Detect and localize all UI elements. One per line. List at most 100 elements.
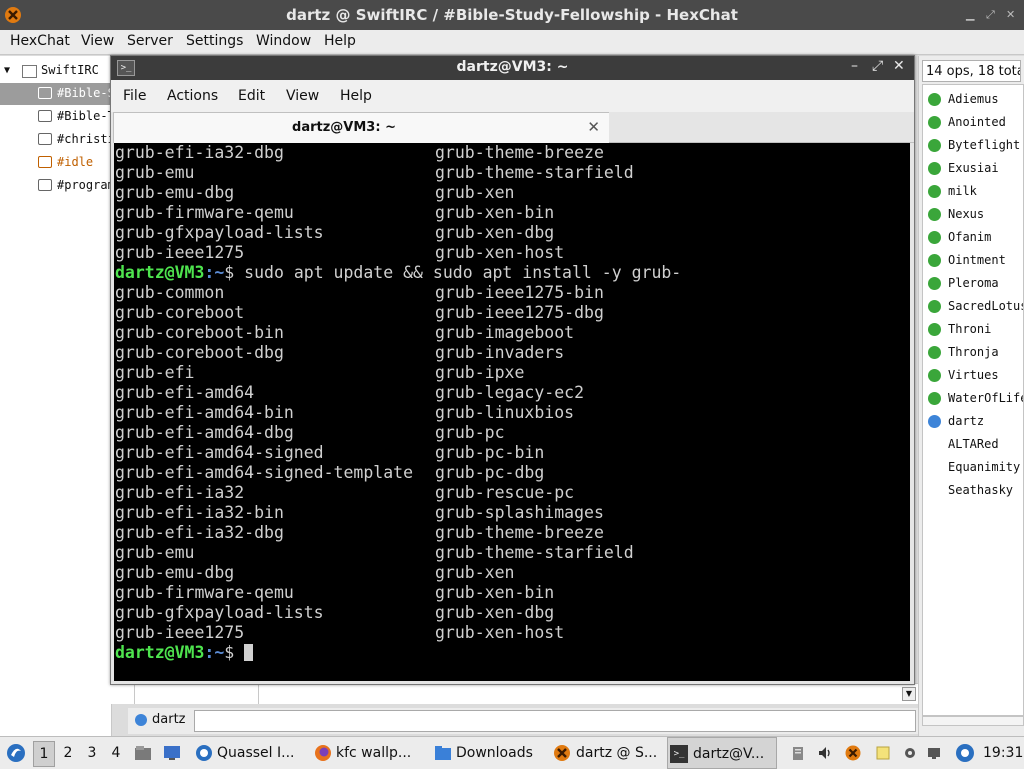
- user-list-item[interactable]: WaterOfLife: [923, 387, 1023, 410]
- text-cursor: [244, 644, 254, 661]
- expand-arrow-icon[interactable]: ▼: [4, 65, 10, 76]
- network-icon[interactable]: [926, 745, 942, 761]
- user-list-item[interactable]: Virtues: [923, 364, 1023, 387]
- tree-server-swiftirc[interactable]: ▼ SwiftIRC: [0, 60, 111, 82]
- command-text: sudo apt update && sudo apt install -y g…: [244, 263, 682, 282]
- user-list-item[interactable]: Seathasky: [923, 479, 1023, 502]
- prompt-symbol: $: [224, 643, 245, 662]
- menu-actions[interactable]: Actions: [167, 88, 218, 104]
- tree-channel-idle[interactable]: #idle: [0, 152, 111, 174]
- terminal-title: dartz@VM3: ~: [456, 59, 569, 75]
- completion-candidate: grub-gfxpayload-lists: [115, 603, 324, 622]
- tab-close-icon[interactable]: ✕: [587, 118, 600, 136]
- menu-view[interactable]: View: [81, 33, 114, 49]
- notes-icon[interactable]: [875, 745, 891, 761]
- user-status-icon: [928, 300, 941, 313]
- hexchat-tray-icon[interactable]: [845, 745, 861, 761]
- workspace-2[interactable]: 2: [58, 741, 78, 765]
- maximize-icon[interactable]: ⤢: [986, 8, 995, 22]
- user-nick: Adiemus: [948, 92, 999, 106]
- completion-candidate: grub-xen-host: [435, 623, 565, 642]
- close-icon[interactable]: ✕: [1006, 8, 1015, 21]
- workspace-1[interactable]: 1: [33, 741, 55, 767]
- clipboard-icon[interactable]: [790, 745, 806, 761]
- completion-candidate: grub-splashimages: [435, 503, 604, 522]
- tree-channel[interactable]: #Bible-S: [0, 83, 111, 105]
- user-list[interactable]: Adiemus Anointed Byteflight Exusiai milk Nexu…: [922, 84, 1024, 716]
- user-list-item[interactable]: Anointed: [923, 111, 1023, 134]
- user-list-item[interactable]: Equanimity: [923, 456, 1023, 479]
- user-list-item[interactable]: Thronja: [923, 341, 1023, 364]
- ops-count-label: 14 ops, 18 tota: [922, 60, 1021, 82]
- tree-channel[interactable]: #christi: [0, 129, 111, 151]
- user-status-icon: [928, 93, 941, 106]
- user-list-item[interactable]: ALTARed: [923, 433, 1023, 456]
- hexchat-icon: [554, 745, 570, 761]
- user-list-item[interactable]: Throni: [923, 318, 1023, 341]
- completion-candidate: grub-efi: [115, 363, 195, 382]
- menu-help[interactable]: Help: [340, 88, 372, 104]
- server-icon: [22, 65, 37, 78]
- menu-window[interactable]: Window: [256, 33, 311, 49]
- folder-icon: [435, 746, 451, 760]
- menu-view[interactable]: View: [286, 88, 319, 104]
- terminal-titlebar[interactable]: >_ dartz@VM3: ~ – ⤢ ✕: [111, 56, 914, 80]
- menu-edit[interactable]: Edit: [238, 88, 265, 104]
- completion-candidate: grub-efi-ia32-bin: [115, 503, 284, 522]
- user-list-item[interactable]: Ofanim: [923, 226, 1023, 249]
- menu-help[interactable]: Help: [324, 33, 356, 49]
- minimize-icon[interactable]: –: [851, 58, 858, 74]
- message-input[interactable]: [194, 710, 916, 732]
- user-list-item[interactable]: dartz: [923, 410, 1023, 433]
- scroll-down-icon[interactable]: ▼: [902, 687, 916, 701]
- user-nick: Virtues: [948, 368, 999, 382]
- terminal-output[interactable]: grub-efi-ia32-dbg grub-theme-breeze grub-e…: [114, 143, 910, 681]
- terminal-tab[interactable]: dartz@VM3: ~ ✕: [113, 112, 611, 143]
- file-manager-launcher-icon[interactable]: [134, 744, 152, 762]
- user-list-item[interactable]: Pleroma: [923, 272, 1023, 295]
- user-list-item[interactable]: Nexus: [923, 203, 1023, 226]
- updates-icon[interactable]: [955, 743, 975, 763]
- divider: [134, 684, 135, 704]
- completion-candidate: grub-emu: [115, 163, 195, 182]
- user-list-item[interactable]: milk: [923, 180, 1023, 203]
- user-list-item[interactable]: Exusiai: [923, 157, 1023, 180]
- close-icon[interactable]: ✕: [893, 58, 905, 74]
- user-status-icon: [928, 369, 941, 382]
- menu-file[interactable]: File: [123, 88, 146, 104]
- tree-channel[interactable]: #Bible-T: [0, 106, 111, 128]
- task-hexchat[interactable]: dartz @ S...: [553, 737, 663, 769]
- user-list-item[interactable]: SacredLotus: [923, 295, 1023, 318]
- start-menu-icon[interactable]: [6, 743, 26, 763]
- channel-icon: [38, 156, 52, 168]
- menu-hexchat[interactable]: HexChat: [10, 33, 70, 49]
- maximize-icon[interactable]: ⤢: [872, 58, 883, 74]
- firefox-icon: [315, 745, 331, 761]
- task-terminal[interactable]: >_ dartz@V...: [667, 737, 777, 769]
- menu-settings[interactable]: Settings: [186, 33, 243, 49]
- channel-icon: [38, 110, 52, 122]
- user-list-item[interactable]: Adiemus: [923, 88, 1023, 111]
- minimize-icon[interactable]: ▁: [966, 8, 974, 21]
- completion-candidate: grub-efi-amd64-dbg: [115, 423, 294, 442]
- user-list-item[interactable]: Byteflight: [923, 134, 1023, 157]
- menu-server[interactable]: Server: [127, 33, 173, 49]
- user-status-icon: [928, 231, 941, 244]
- horizontal-scrollbar[interactable]: [922, 716, 1024, 726]
- user-list-panel: 14 ops, 18 tota Adiemus Anointed Bytefligh…: [918, 56, 1024, 736]
- volume-icon[interactable]: [817, 745, 833, 761]
- task-quassel[interactable]: Quassel I...: [193, 737, 303, 769]
- user-list-item[interactable]: Ointment: [923, 249, 1023, 272]
- clock[interactable]: 19:31: [983, 737, 1023, 769]
- show-desktop-icon[interactable]: [163, 744, 181, 762]
- user-status-icon: [928, 185, 941, 198]
- settings-icon[interactable]: [902, 745, 918, 761]
- workspace-4[interactable]: 4: [106, 741, 126, 765]
- task-downloads[interactable]: Downloads: [432, 737, 542, 769]
- task-firefox[interactable]: kfc wallp...: [312, 737, 422, 769]
- user-status-icon: [928, 254, 941, 267]
- user-nick: Throni: [948, 322, 992, 336]
- tree-channel[interactable]: #program: [0, 175, 111, 197]
- nick-button[interactable]: dartz: [152, 712, 185, 727]
- workspace-3[interactable]: 3: [82, 741, 102, 765]
